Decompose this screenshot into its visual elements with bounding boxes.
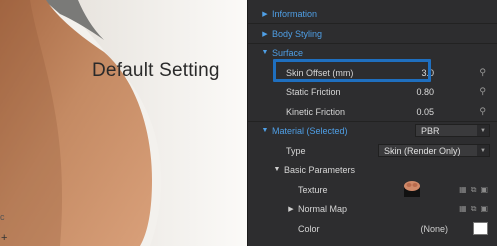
shader-dropdown[interactable]: PBR ▼: [415, 124, 490, 137]
caret-right-icon: ▶: [262, 10, 268, 18]
material-type-dropdown[interactable]: Skin (Render Only) ▼: [378, 144, 490, 157]
section-material-label: Material (Selected): [272, 125, 348, 136]
normal-map-label: Normal Map: [298, 203, 348, 214]
kinetic-friction-value[interactable]: 0.05: [416, 107, 434, 117]
caret-down-icon: ▼: [261, 127, 269, 134]
color-label: Color: [298, 223, 320, 234]
overlay-label: Default Setting: [92, 60, 220, 81]
texture-label: Texture: [298, 184, 328, 195]
static-friction-value[interactable]: 0.80: [416, 87, 434, 97]
caret-down-icon: ▼: [261, 49, 269, 56]
property-color[interactable]: Color (None): [248, 219, 497, 238]
section-body-styling[interactable]: ▶ Body Styling: [248, 24, 497, 43]
pin-icon[interactable]: ⚲: [479, 106, 486, 117]
normal-map-actions: ▦ ⧉ ▣: [459, 204, 488, 214]
delete-icon[interactable]: ▣: [480, 185, 488, 195]
section-information-label: Information: [272, 8, 318, 19]
type-label: Type: [286, 145, 306, 156]
texture-actions: ▦ ⧉ ▣: [459, 185, 488, 195]
color-swatch[interactable]: [473, 222, 488, 235]
color-value: (None): [420, 223, 448, 234]
texture-thumbnail[interactable]: [402, 178, 422, 198]
property-texture[interactable]: Texture ▦ ⧉ ▣: [248, 180, 497, 199]
delete-icon[interactable]: ▣: [480, 204, 488, 214]
section-basic-parameters[interactable]: ▼ Basic Parameters: [248, 160, 497, 179]
shader-dropdown-value: PBR: [421, 125, 440, 136]
viewport-edge-mark: c: [0, 212, 5, 222]
caret-right-icon: ▶: [262, 30, 268, 38]
chevron-down-icon: ▼: [477, 145, 489, 156]
section-body-styling-label: Body Styling: [272, 28, 323, 39]
open-external-icon[interactable]: ⧉: [471, 204, 477, 214]
property-editor-panel: ▶ Information ▶ Body Styling ▼ Surface S…: [247, 0, 497, 246]
property-kinetic-friction[interactable]: Kinetic Friction 0.05 ⚲: [248, 102, 497, 121]
caret-right-icon: ▶: [288, 205, 294, 213]
caret-down-icon: ▼: [273, 166, 281, 173]
grid-icon[interactable]: ▦: [459, 185, 467, 195]
open-external-icon[interactable]: ⧉: [471, 185, 477, 195]
basic-parameters-label: Basic Parameters: [284, 164, 356, 175]
avatar-render: [0, 0, 247, 246]
chevron-down-icon: ▼: [477, 125, 489, 136]
axis-marker: +: [1, 232, 8, 244]
material-type-value: Skin (Render Only): [384, 145, 461, 156]
static-friction-label: Static Friction: [286, 86, 341, 97]
property-normal-map[interactable]: ▶ Normal Map ▦ ⧉ ▣: [248, 199, 497, 218]
grid-icon[interactable]: ▦: [459, 204, 467, 214]
3d-viewport[interactable]: Default Setting c +: [0, 0, 247, 246]
section-surface-label: Surface: [272, 47, 304, 58]
section-information[interactable]: ▶ Information: [248, 4, 497, 23]
pin-icon[interactable]: ⚲: [479, 86, 486, 97]
skin-offset-highlight: [273, 59, 431, 82]
pin-icon[interactable]: ⚲: [479, 67, 486, 78]
property-static-friction[interactable]: Static Friction 0.80 ⚲: [248, 82, 497, 101]
kinetic-friction-label: Kinetic Friction: [286, 106, 346, 117]
